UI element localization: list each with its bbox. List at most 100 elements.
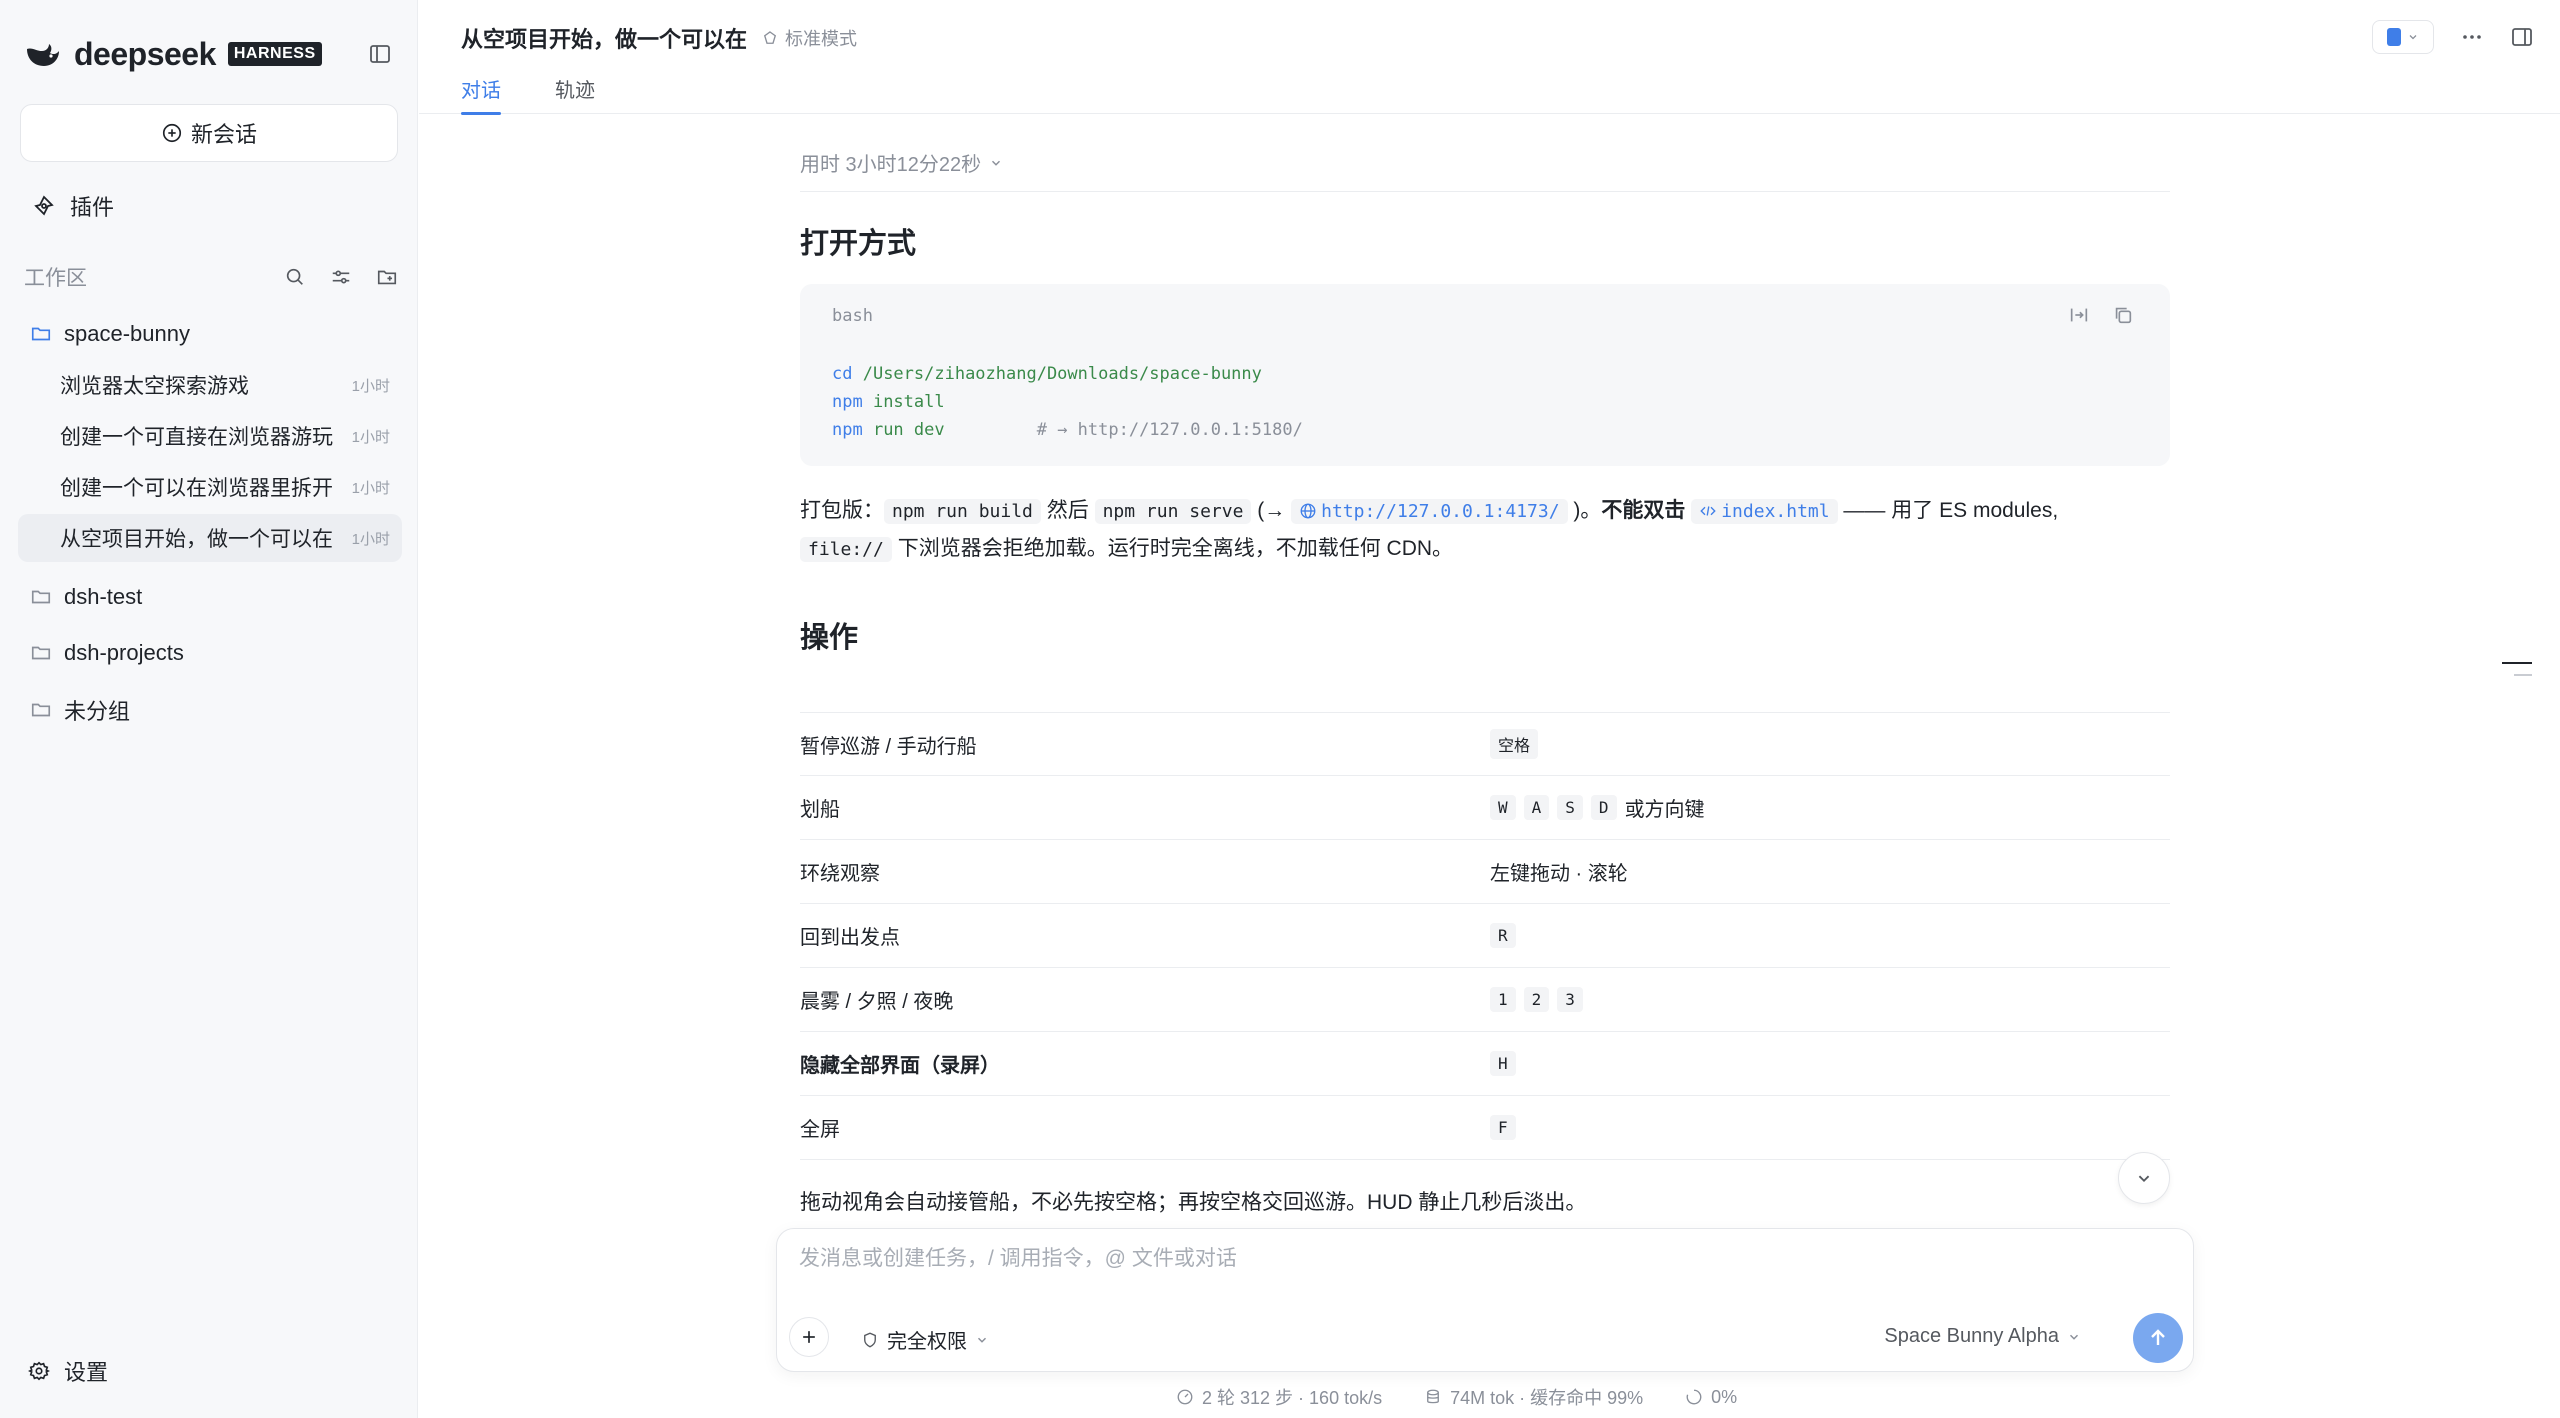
new-chat-button[interactable]: 新会话	[20, 104, 398, 162]
session-item[interactable]: 创建一个可以在浏览器里拆开 1小时	[18, 463, 402, 511]
outline-minimap[interactable]	[2502, 662, 2532, 676]
elapsed-label: 用时 3小时12分22秒	[800, 154, 982, 176]
key-cap: H	[1490, 1051, 1516, 1076]
code-block: bash cd /Users/zihaozhang/Downloads/spac…	[800, 284, 2170, 466]
file-link[interactable]: index.html	[1691, 499, 1838, 524]
panel-toggle-icon[interactable]	[2510, 25, 2534, 49]
key-cap: D	[1590, 795, 1617, 820]
key-cap: F	[1490, 1115, 1516, 1140]
action-cell: 回到出发点	[800, 927, 900, 949]
mode-label: 标准模式	[785, 29, 857, 49]
agent-select[interactable]: Space Bunny Alpha	[1884, 1325, 2081, 1348]
folder-name: 未分组	[64, 699, 131, 724]
table-row: 暂停巡游 / 手动行船 空格	[800, 712, 2170, 776]
session-time: 1小时	[351, 377, 390, 395]
code-token: run dev	[862, 420, 945, 440]
plugins-label: 插件	[70, 195, 115, 220]
folder-dsh-test[interactable]: dsh-test	[18, 570, 402, 624]
code-file-icon	[1700, 506, 1716, 516]
table-row: 环绕观察 左键拖动 · 滚轮	[800, 840, 2170, 904]
code-token: npm	[832, 392, 863, 412]
mode-indicator[interactable]: 标准模式	[761, 25, 857, 51]
code-language: bash	[832, 306, 873, 326]
session-item[interactable]: 创建一个可直接在浏览器游玩 1小时	[18, 412, 402, 460]
text: 下浏览器会拒绝加载。运行时完全离线，不加载任何 CDN。	[891, 537, 1454, 560]
folder-space-bunny[interactable]: space-bunny	[18, 310, 402, 358]
inline-code: npm run build	[884, 499, 1041, 524]
chevron-down-icon	[2409, 35, 2417, 40]
conversation-title[interactable]: 从空项目开始，做一个可以在	[461, 22, 747, 54]
minimap-mark	[2502, 662, 2532, 664]
action-cell: 暂停巡游 / 手动行船	[800, 735, 977, 758]
brand: deepseek HARNESS	[24, 34, 322, 74]
text: —— 用了 ES modules,	[1837, 499, 2059, 522]
new-folder-icon[interactable]	[376, 266, 398, 288]
action-cell: 晨雾 / 夕照 / 夜晚	[800, 991, 954, 1013]
new-chat-label: 新会话	[190, 122, 257, 147]
file-text: index.html	[1721, 501, 1830, 522]
shield-icon	[864, 1332, 876, 1348]
status-bar: 2 轮 312 步 · 160 tok/s 74M tok · 缓存命中 99%…	[1176, 1384, 1737, 1410]
wrap-toggle-icon[interactable]	[2068, 304, 2090, 326]
tab-conversation[interactable]: 对话	[461, 74, 501, 115]
puzzle-icon	[34, 195, 54, 216]
search-icon[interactable]	[284, 266, 306, 288]
more-icon[interactable]	[2460, 25, 2484, 49]
plus-icon	[803, 1331, 815, 1343]
chevron-down-icon	[992, 160, 1001, 166]
copy-icon[interactable]	[2112, 304, 2134, 326]
text: 打包版：	[800, 499, 884, 522]
folder-icon	[31, 646, 51, 660]
minimap-mark	[2514, 674, 2532, 676]
message-input[interactable]	[799, 1247, 1999, 1271]
divider	[800, 191, 2170, 192]
attach-button[interactable]	[789, 1317, 829, 1357]
text: 然后	[1040, 499, 1095, 522]
keys-cell: H	[1490, 1051, 1516, 1076]
brand-name: deepseek	[74, 35, 216, 72]
permission-select[interactable]: 完全权限	[861, 1325, 989, 1354]
filter-sliders-icon[interactable]	[330, 266, 352, 288]
tab-trace[interactable]: 轨迹	[555, 74, 595, 115]
agent-label: Space Bunny Alpha	[1884, 1325, 2059, 1347]
code-token: /Users/zihaozhang/Downloads/space-bunny	[852, 364, 1262, 384]
folder-dsh-projects[interactable]: dsh-projects	[18, 624, 402, 682]
keys-cell: 空格	[1490, 729, 1539, 759]
session-item[interactable]: 浏览器太空探索游戏 1小时	[18, 361, 402, 409]
brand-badge: HARNESS	[227, 42, 322, 66]
text: )。	[1567, 499, 1602, 522]
session-item-active[interactable]: 从空项目开始，做一个可以在 1小时	[18, 514, 402, 562]
code-token: cd	[832, 364, 853, 384]
url-link[interactable]: http://127.0.0.1:4173/	[1291, 499, 1568, 524]
globe-icon	[1300, 503, 1316, 519]
settings-button[interactable]: 设置	[28, 1356, 108, 1386]
model-color-icon	[2387, 28, 2401, 46]
model-switcher[interactable]	[2372, 20, 2434, 54]
bold-text: 不能双击	[1601, 499, 1686, 522]
code-lines: cd /Users/zihaozhang/Downloads/space-bun…	[832, 360, 1303, 444]
keys-note: 左键拖动 · 滚轮	[1490, 863, 1628, 885]
progress-ring-icon	[1686, 1389, 1702, 1405]
folder-icon	[31, 703, 51, 717]
sidebar-toggle-icon[interactable]	[368, 42, 392, 66]
status-steps: 2 轮 312 步 · 160 tok/s	[1176, 1384, 1382, 1410]
mode-icon	[763, 31, 777, 44]
gear-icon	[28, 1361, 50, 1381]
action-cell: 隐藏全部界面（录屏）	[800, 1055, 1000, 1077]
folder-ungrouped[interactable]: 未分组	[18, 682, 402, 738]
scroll-to-bottom-button[interactable]	[2118, 1152, 2170, 1204]
elapsed-toggle[interactable]: 用时 3小时12分22秒	[800, 148, 1003, 177]
keys-cell: R	[1490, 923, 1516, 948]
section-heading-open: 打开方式	[800, 228, 917, 260]
key-cap: 3	[1557, 987, 1583, 1012]
text: (→	[1251, 499, 1292, 522]
key-cap: 2	[1523, 987, 1550, 1012]
whale-logo-icon	[27, 44, 59, 66]
send-button[interactable]	[2133, 1313, 2183, 1363]
key-cap: S	[1557, 795, 1583, 820]
folder-icon	[31, 590, 51, 604]
sidebar-item-plugins[interactable]: 插件	[32, 190, 114, 222]
status-progress-text: 0%	[1711, 1386, 1738, 1407]
session-time: 1小时	[351, 530, 390, 548]
folder-open-icon	[31, 327, 51, 341]
